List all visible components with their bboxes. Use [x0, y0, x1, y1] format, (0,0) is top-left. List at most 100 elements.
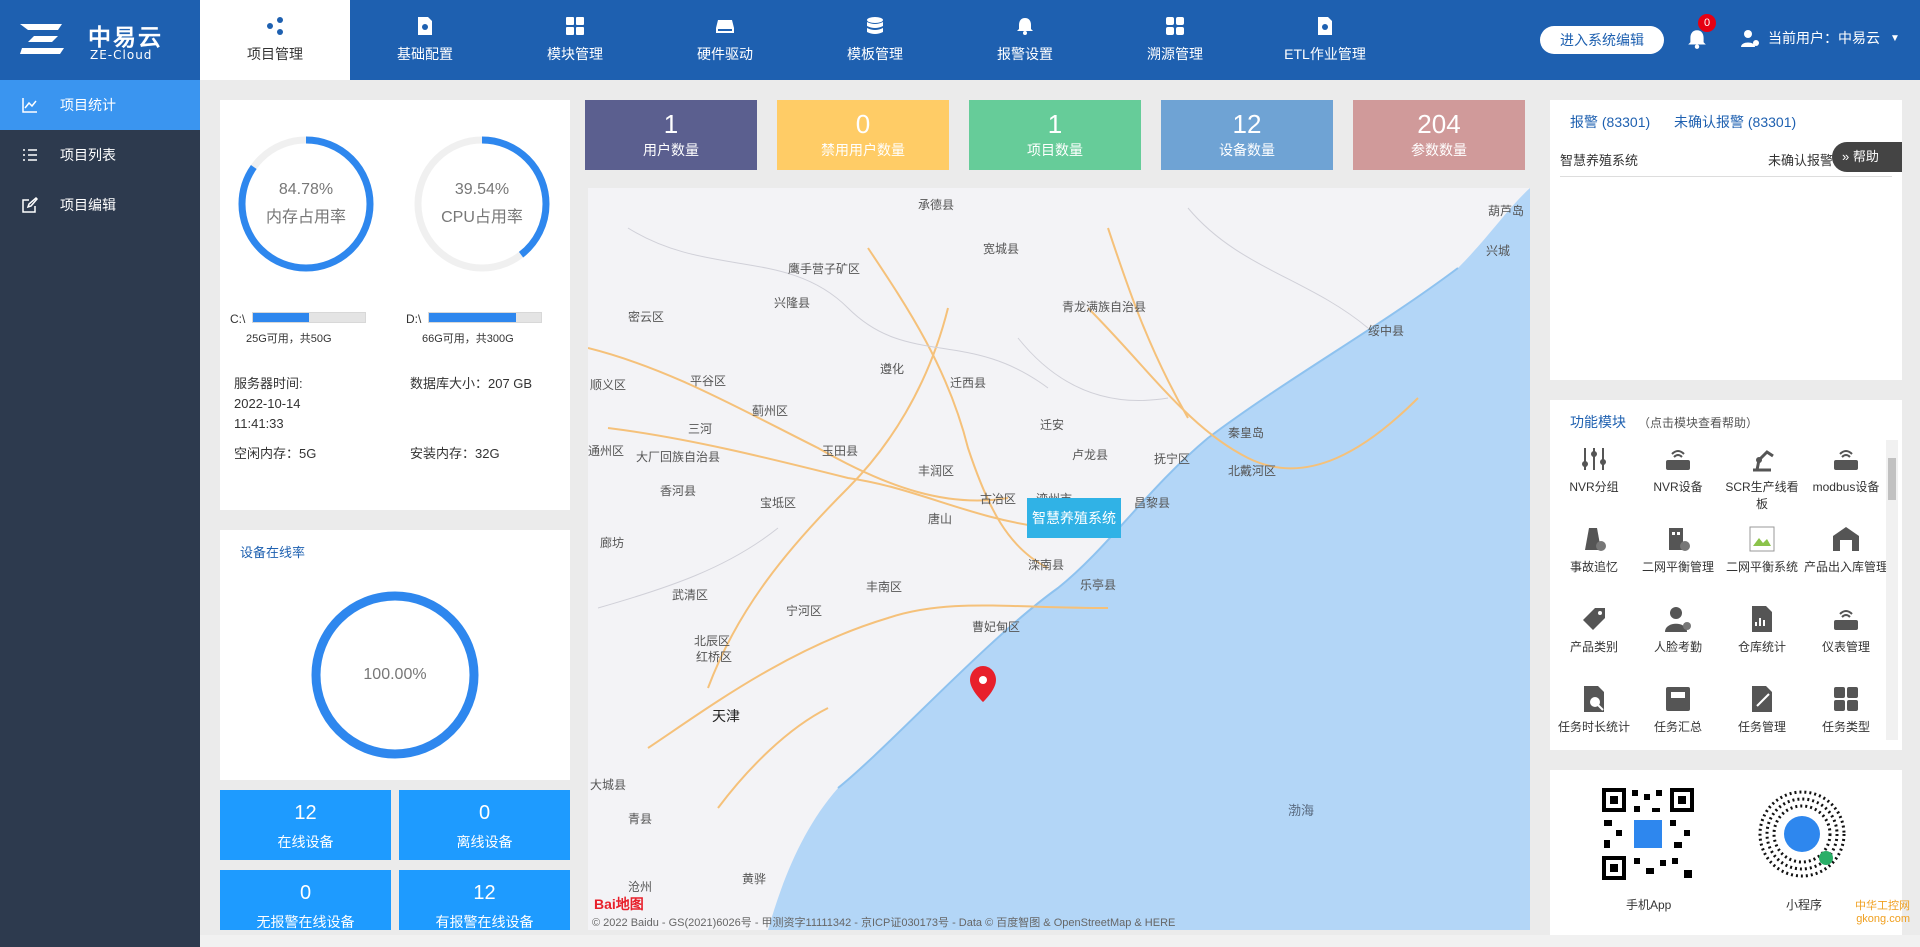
map-place: 北辰区 [694, 634, 731, 648]
kpi-value: 1 [1047, 109, 1063, 139]
stat-label: 在线设备 [277, 834, 334, 850]
current-user-menu[interactable]: 当前用户：中易云 ▼ [1740, 28, 1900, 48]
stat-alarm-online[interactable]: 12 有报警在线设备 [399, 870, 570, 930]
module-label: 事故追忆 [1569, 560, 1618, 574]
module-accident-recall[interactable]: 事故追忆 [1552, 520, 1636, 588]
module-modbus-device[interactable]: modbus设备 [1804, 440, 1888, 508]
map-place: 抚宁区 [1154, 452, 1191, 466]
grid-icon [1834, 687, 1858, 711]
module-meter-management[interactable]: 仪表管理 [1804, 600, 1888, 668]
stat-value: 12 [473, 882, 496, 904]
map-place: 绥中县 [1368, 324, 1405, 338]
stat-offline-devices[interactable]: 0 离线设备 [399, 790, 570, 860]
kpi-user-count[interactable]: 1 用户数量 [585, 100, 757, 170]
modules-grid: NVR分组 NVR设备 SCR生产线看板 modbus设备 事故追忆 二网平衡管… [1552, 440, 1892, 748]
map-place: 廊坊 [600, 536, 625, 550]
map-place: 宽城县 [983, 242, 1020, 256]
nav-label: 模板管理 [847, 46, 903, 62]
cpu-label: CPU占用率 [441, 209, 523, 226]
edit-icon [22, 197, 38, 213]
sidebar-item-project-list[interactable]: 项目列表 [0, 130, 200, 180]
map-project-popup[interactable]: 智慧养殖系统 [1027, 498, 1121, 538]
kpi-parameter-count[interactable]: 204 参数数量 [1353, 100, 1525, 170]
nav-alarm-settings[interactable]: 报警设置 [950, 0, 1100, 80]
module-product-inout[interactable]: 产品出入库管理 [1804, 520, 1888, 588]
stat-online-devices[interactable]: 12 在线设备 [220, 790, 391, 860]
kpi-disabled-user-count[interactable]: 0 禁用用户数量 [777, 100, 949, 170]
disk-d-name: D:\ [406, 312, 422, 326]
alarm-row-status: 未确认报警 [1768, 153, 1834, 168]
alarm-row-name[interactable]: 智慧养殖系统 [1560, 150, 1638, 169]
map-place: 密云区 [628, 310, 665, 324]
module-nvr-device[interactable]: NVR设备 [1636, 440, 1720, 508]
router-icon [1834, 450, 1858, 470]
module-network-balance-system[interactable]: 二网平衡系统 [1720, 520, 1804, 588]
brand-logo[interactable]: 中易云 ZE-Cloud [18, 16, 178, 66]
nav-label: 报警设置 [997, 46, 1053, 62]
module-nvr-group[interactable]: NVR分组 [1552, 440, 1636, 508]
sidebar-item-project-stats[interactable]: 项目统计 [0, 80, 200, 130]
bell-icon [1017, 18, 1033, 35]
caret-down-icon: ▼ [1890, 32, 1900, 44]
nav-basic-config[interactable]: 基础配置 [350, 0, 500, 80]
module-label: SCR生产线看板 [1725, 480, 1799, 511]
module-scr-board[interactable]: SCR生产线看板 [1720, 440, 1804, 511]
module-task-type[interactable]: 任务类型 [1804, 680, 1888, 748]
modules-scrollbar[interactable] [1886, 440, 1898, 740]
project-map[interactable]: 承德县 宽城县 葫芦岛 鹰手营子矿区 兴城 兴隆县 青龙满族自治县 密云区 绥中… [588, 188, 1530, 930]
notification-bell[interactable]: 0 [1686, 14, 1716, 50]
baidu-map-logo: Bai地图 [594, 896, 644, 912]
user-gear-icon [1741, 30, 1759, 47]
map-place: 迁西县 [950, 376, 987, 390]
modules-hint: （点击模块查看帮助） [1638, 416, 1759, 430]
horizontal-scrollbar[interactable] [200, 935, 1920, 947]
tab-unconfirmed-alarm[interactable]: 未确认报警 (83301) [1674, 112, 1796, 132]
stat-no-alarm-online[interactable]: 0 无报警在线设备 [220, 870, 391, 930]
nav-hardware-driver[interactable]: 硬件驱动 [650, 0, 800, 80]
doc-edit-icon [1752, 686, 1772, 712]
module-network-balance-mgmt[interactable]: 二网平衡管理 [1636, 520, 1720, 588]
disk-c-fill [253, 313, 309, 322]
map-place: 鹰手营子矿区 [788, 262, 861, 276]
kpi-project-count[interactable]: 1 项目数量 [969, 100, 1141, 170]
stat-label: 无报警在线设备 [256, 914, 355, 930]
module-product-category[interactable]: 产品类别 [1552, 600, 1636, 668]
nav-project-management[interactable]: 项目管理 [200, 0, 350, 80]
modules-scrollbar-thumb[interactable] [1888, 458, 1896, 500]
ze-logo-icon [20, 24, 64, 54]
nav-module-management[interactable]: 模块管理 [500, 0, 650, 80]
map-place: 唐山 [928, 512, 953, 526]
broken-image-icon [1749, 526, 1775, 552]
module-task-duration[interactable]: 任务时长统计 [1552, 680, 1636, 748]
nav-label: 基础配置 [397, 46, 453, 62]
module-label: NVR设备 [1653, 480, 1703, 494]
help-button[interactable]: » 帮助 [1832, 142, 1902, 172]
kpi-device-count[interactable]: 12 设备数量 [1161, 100, 1333, 170]
module-face-attendance[interactable]: 人脸考勤 [1636, 600, 1720, 668]
map-place: 遵化 [880, 362, 905, 376]
module-task-summary[interactable]: 任务汇总 [1636, 680, 1720, 748]
module-task-management[interactable]: 任务管理 [1720, 680, 1804, 748]
disk-d-fill [429, 313, 517, 322]
chart-line-icon [22, 98, 37, 113]
mobile-app-label: 手机App [1626, 898, 1672, 912]
sidebar-item-project-edit[interactable]: 项目编辑 [0, 180, 200, 230]
nav-etl-management[interactable]: ETL作业管理 [1250, 0, 1400, 80]
doc-chart-icon [1752, 606, 1772, 632]
nav-label: 模块管理 [547, 46, 603, 62]
map-place: 北戴河区 [1228, 464, 1277, 478]
main-nav: 项目管理 基础配置 模块管理 硬件驱动 模板管理 报警设置 溯源管理 ETL作业… [200, 0, 1400, 80]
database-icon [867, 17, 883, 34]
map-place: 香河县 [660, 484, 697, 498]
nav-trace-management[interactable]: 溯源管理 [1100, 0, 1250, 80]
router-icon [1666, 450, 1690, 470]
enter-system-edit-button[interactable]: 进入系统编辑 [1540, 26, 1664, 54]
nav-template-management[interactable]: 模板管理 [800, 0, 950, 80]
tab-alarm[interactable]: 报警 (83301) [1570, 112, 1650, 132]
server-time: 服务器时间: 2022-10-14 11:41:33 [234, 374, 303, 434]
module-warehouse-stats[interactable]: 仓库统计 [1720, 600, 1804, 668]
disk-c-name: C:\ [230, 312, 246, 326]
double-chevron-icon: » [1842, 149, 1850, 164]
map-place: 青龙满族自治县 [1062, 300, 1147, 314]
brand-name-en: ZE-Cloud [90, 48, 153, 62]
